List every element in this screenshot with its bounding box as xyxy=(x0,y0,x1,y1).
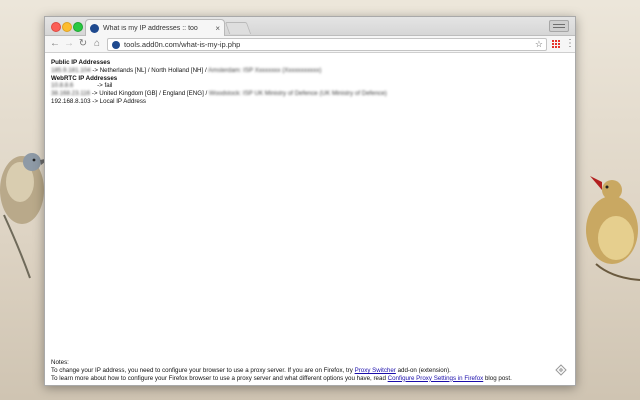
configure-proxy-link[interactable]: Configure Proxy Settings in Firefox xyxy=(388,375,484,382)
notes-line-1-suffix: add-on (extension). xyxy=(397,366,451,374)
public-ip-heading: Public IP Addresses xyxy=(51,59,111,66)
public-ip-line: 185.9.181.104 -> Netherlands [NL] / Nort… xyxy=(51,67,569,75)
maximize-window-button[interactable] xyxy=(73,22,83,32)
tab-active[interactable]: What is my IP addresses :: too × xyxy=(85,19,225,36)
home-icon[interactable]: ⌂ xyxy=(91,38,103,50)
local-ip-line: 192.168.8.103 -> Local IP Address xyxy=(51,97,147,105)
notes-line-2-suffix: blog post. xyxy=(484,374,512,382)
url-favicon-icon xyxy=(112,40,120,49)
notes-line-2: To learn more about how to configure you… xyxy=(51,375,551,383)
webrtc-ip-value-1: 10.8.8.6 xyxy=(51,82,74,90)
bird-illustration-right xyxy=(586,176,640,281)
webrtc-ip-line-2: 38.168.23.116 -> United Kingdom [GB] / E… xyxy=(51,90,569,98)
profile-menu-icon[interactable] xyxy=(549,20,569,32)
webrtc-ip-value-2: 38.168.23.116 xyxy=(51,90,91,98)
bookmark-star-icon[interactable]: ☆ xyxy=(535,39,543,50)
navigation-toolbar: ← → ↻ ⌂ tools.add0n.com/what-is-my-ip.ph… xyxy=(45,36,575,53)
extension-grid-icon[interactable] xyxy=(551,39,561,49)
site-favicon-icon xyxy=(90,23,99,33)
webrtc-ip-location-2: -> United Kingdom [GB] / England [ENG] / xyxy=(91,90,208,98)
notes-line-2-text: To learn more about how to configure you… xyxy=(51,374,386,382)
kebab-menu-icon[interactable]: ⋮ xyxy=(565,38,575,50)
minimize-window-button[interactable] xyxy=(62,22,72,32)
forward-arrow-icon[interactable]: → xyxy=(63,38,75,50)
new-tab-button[interactable] xyxy=(224,22,252,34)
tab-title: What is my IP addresses :: too xyxy=(103,24,198,32)
proxy-switcher-link[interactable]: Proxy Switcher xyxy=(355,367,396,374)
close-window-button[interactable] xyxy=(51,22,61,32)
public-ip-value: 185.9.181.104 xyxy=(51,66,91,74)
public-ip-isp-blurred: Amsterdam: ISP Xxxxxxxx (Xxxxxxxxxxx) xyxy=(208,66,322,74)
back-arrow-icon[interactable]: ← xyxy=(49,38,61,50)
notes-line-1: To change your IP address, you need to c… xyxy=(51,367,551,375)
page-content: Public IP Addresses 185.9.181.104 -> Net… xyxy=(45,53,575,385)
title-bar: What is my IP addresses :: too × xyxy=(45,17,575,36)
webrtc-ip-result-1: -> fail xyxy=(97,82,113,90)
notes-title: Notes: xyxy=(51,359,69,366)
webrtc-ip-isp-blurred: Woodstock: ISP UK Ministry of Defence (U… xyxy=(208,90,387,98)
address-bar[interactable]: tools.add0n.com/what-is-my-ip.php ☆ xyxy=(107,38,547,51)
reload-icon[interactable]: ↻ xyxy=(77,38,89,50)
tab-close-icon[interactable]: × xyxy=(215,24,220,33)
url-text[interactable]: tools.add0n.com/what-is-my-ip.php xyxy=(124,40,535,49)
notes-section: Notes: To change your IP address, you ne… xyxy=(51,359,551,382)
browser-window: What is my IP addresses :: too × ← → ↻ ⌂… xyxy=(44,16,576,386)
notes-line-1-text: To change your IP address, you need to c… xyxy=(51,366,353,374)
extension-badge-icon[interactable] xyxy=(555,364,567,376)
webrtc-ip-heading: WebRTC IP Addresses xyxy=(51,74,118,82)
public-ip-location: -> Netherlands [NL] / North Holland [NH]… xyxy=(92,66,207,74)
